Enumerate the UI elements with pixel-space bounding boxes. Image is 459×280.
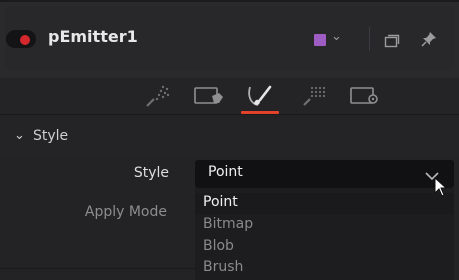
- settings-icon: [350, 87, 378, 104]
- enable-toggle-dot-icon: [20, 35, 30, 45]
- tag-icon: [194, 87, 223, 104]
- dropdown-option-brush[interactable]: Brush: [203, 259, 243, 275]
- node-color-swatch[interactable]: [314, 34, 326, 46]
- apply-mode-label: Apply Mode: [84, 204, 167, 220]
- tab-sets[interactable]: [193, 84, 225, 108]
- region-particles-icon: [303, 86, 326, 106]
- inspector-tabs: [0, 78, 459, 114]
- style-label: Style: [133, 165, 169, 181]
- row-divider: [0, 268, 195, 269]
- style-combo-value: Point: [208, 164, 243, 180]
- brush-icon: [248, 85, 272, 106]
- dropdown-option-bitmap[interactable]: Bitmap: [203, 216, 253, 232]
- float-window-icon[interactable]: [384, 33, 400, 52]
- section-title: Style: [33, 128, 69, 144]
- dropdown-option-point[interactable]: Point: [203, 194, 238, 210]
- tabs-divider: [0, 114, 459, 115]
- dropdown-option-blob[interactable]: Blob: [203, 238, 234, 254]
- tab-style[interactable]: [246, 84, 274, 108]
- mouse-cursor-icon: [434, 176, 448, 201]
- tab-settings[interactable]: [349, 84, 381, 108]
- color-dropdown-chevron-icon[interactable]: ⌄: [331, 29, 342, 44]
- section-collapse-chevron-icon[interactable]: ⌄: [14, 128, 25, 143]
- header-separator: [369, 27, 370, 51]
- section-header-style[interactable]: [0, 118, 459, 158]
- top-border: [0, 0, 459, 2]
- node-title: pEmitter1: [48, 27, 138, 46]
- pin-icon[interactable]: [421, 31, 437, 51]
- tab-controls[interactable]: [143, 84, 171, 108]
- particles-icon: [146, 85, 170, 107]
- tab-region[interactable]: [300, 84, 330, 108]
